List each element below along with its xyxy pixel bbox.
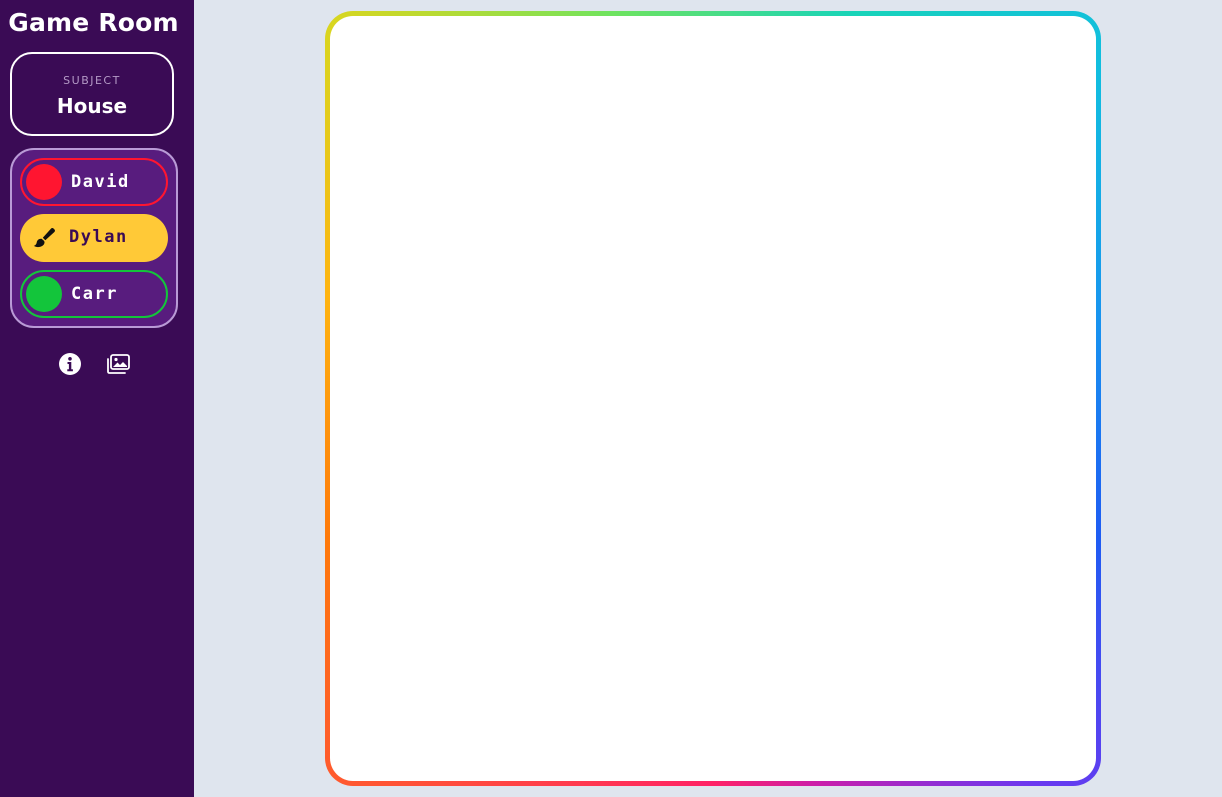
player-name: Dylan [69,227,128,247]
app-title: Game Room [8,8,179,37]
players-panel: David Dylan Carr [10,148,178,328]
player-carr[interactable]: Carr [20,270,168,318]
subject-value: House [56,94,128,118]
player-name: David [71,172,130,192]
gallery-icon[interactable] [106,352,130,376]
player-color-dot [26,276,62,312]
subject-card: SUBJECT House [10,52,174,136]
info-icon[interactable] [58,352,82,376]
player-color-dot [26,164,62,200]
sidebar: Game Room SUBJECT House David Dylan Carr [0,0,194,797]
drawing-canvas[interactable] [335,21,1091,776]
player-david[interactable]: David [20,158,168,206]
subject-label: SUBJECT [63,74,121,87]
player-dylan-drawing[interactable]: Dylan [20,214,168,262]
drawing-canvas-frame [325,11,1101,786]
player-name: Carr [71,284,118,304]
paintbrush-icon [33,228,55,248]
